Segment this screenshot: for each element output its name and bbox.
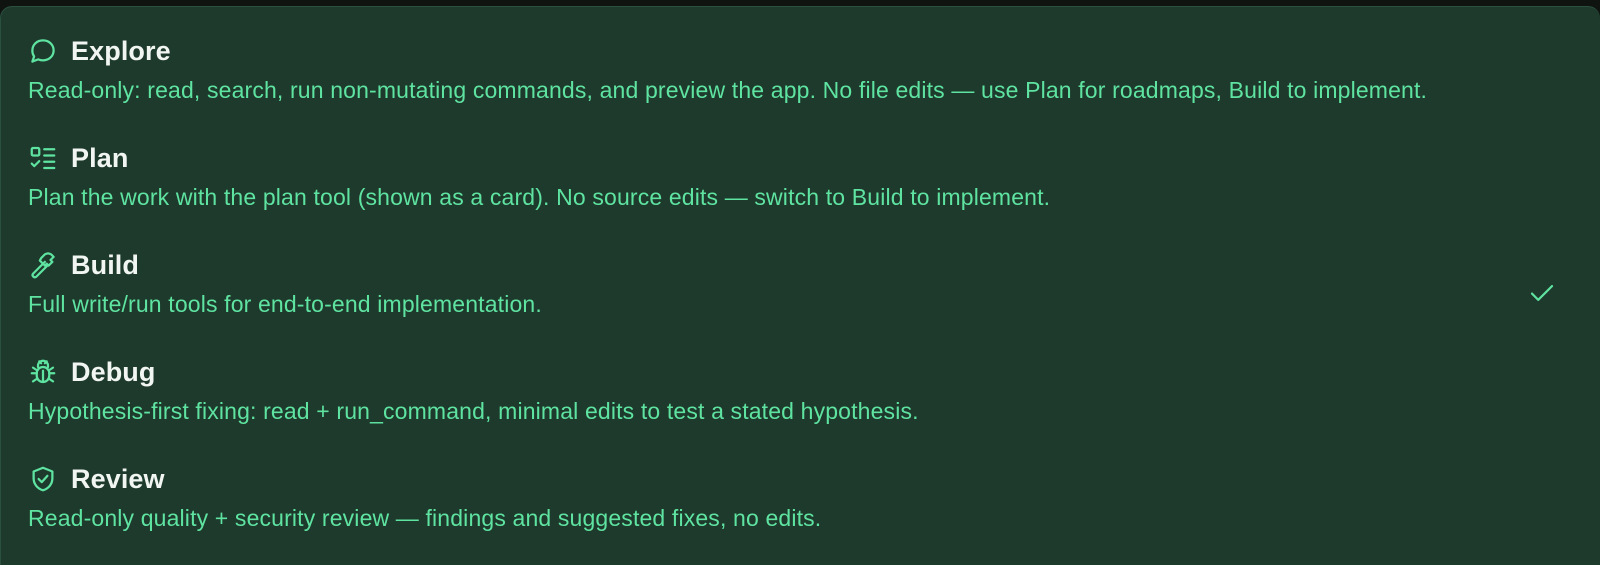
mode-option-title: Plan <box>71 142 129 173</box>
mode-option-plan[interactable]: Plan Plan the work with the plan tool (s… <box>1 114 1599 222</box>
mode-option-title: Build <box>71 249 139 280</box>
mode-option-header: Review <box>28 459 165 499</box>
selected-check-icon <box>1527 278 1557 308</box>
mode-option-title: Debug <box>71 356 156 387</box>
mode-option-debug[interactable]: Debug Hypothesis-first fixing: read + ru… <box>1 328 1599 436</box>
mode-option-header: Build <box>28 245 139 285</box>
mode-option-build[interactable]: Build Full write/run tools for end-to-en… <box>1 221 1599 329</box>
mode-menu: Explore Read-only: read, search, run non… <box>0 6 1600 565</box>
mode-option-description: Hypothesis-first fixing: read + run_comm… <box>28 398 919 424</box>
bug-icon <box>28 357 58 387</box>
mode-option-review[interactable]: Review Read-only quality + security revi… <box>1 435 1599 543</box>
mode-option-description: Read-only quality + security review — fi… <box>28 505 822 531</box>
mode-option-header: Plan <box>28 138 128 178</box>
hammer-icon <box>28 250 58 280</box>
mode-option-explore[interactable]: Explore Read-only: read, search, run non… <box>1 7 1599 115</box>
checklist-icon <box>28 143 58 173</box>
mode-option-title: Review <box>71 463 165 494</box>
mode-option-title: Explore <box>71 35 171 66</box>
chat-bubble-icon <box>28 36 58 66</box>
mode-option-header: Debug <box>28 352 156 392</box>
mode-option-description: Plan the work with the plan tool (shown … <box>28 184 1051 210</box>
mode-option-header: Explore <box>28 31 171 71</box>
mode-option-description: Read-only: read, search, run non-mutatin… <box>28 77 1428 103</box>
mode-option-description: Full write/run tools for end-to-end impl… <box>28 291 542 317</box>
shield-check-icon <box>28 464 58 494</box>
